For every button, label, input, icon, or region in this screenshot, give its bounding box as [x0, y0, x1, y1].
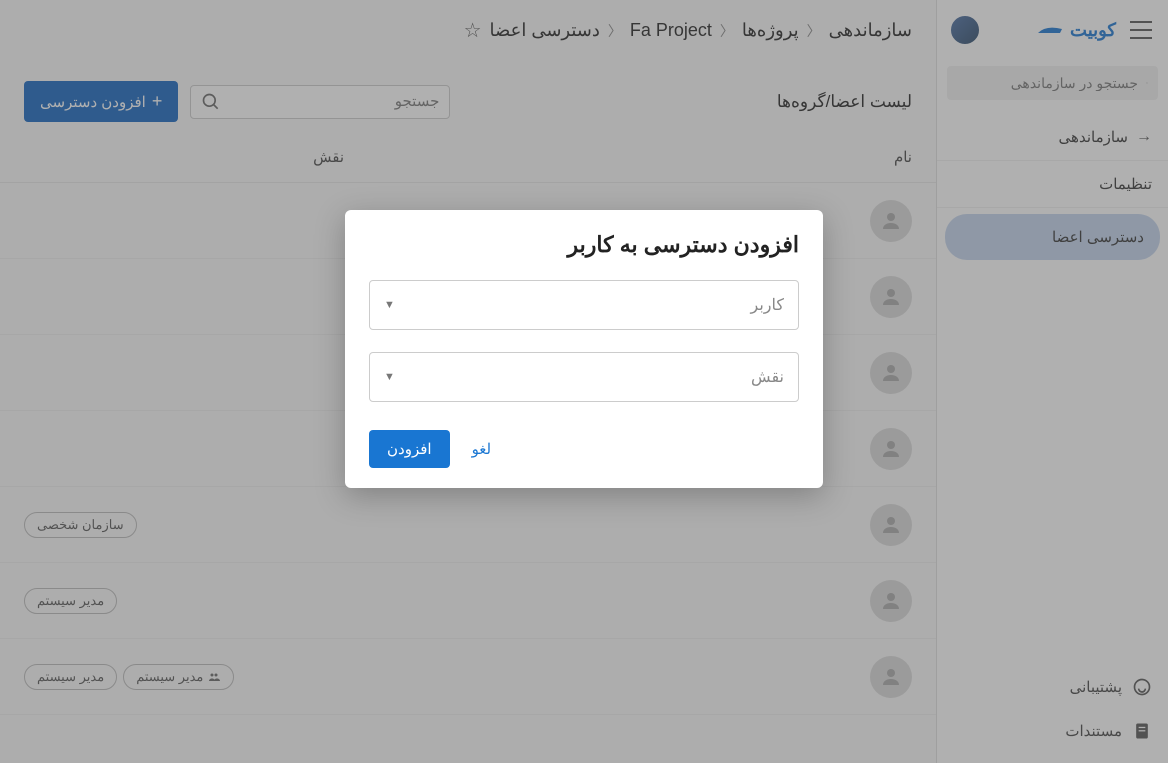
modal-overlay[interactable]: افزودن دسترسی به کاربر کاربر ▼ نقش ▼ لغو… — [0, 0, 1168, 763]
chevron-down-icon: ▼ — [384, 371, 395, 383]
user-select[interactable]: کاربر ▼ — [369, 280, 799, 330]
add-access-dialog: افزودن دسترسی به کاربر کاربر ▼ نقش ▼ لغو… — [345, 210, 823, 488]
cancel-button[interactable]: لغو — [458, 430, 506, 468]
role-select-label: نقش — [395, 367, 784, 387]
role-select[interactable]: نقش ▼ — [369, 352, 799, 402]
submit-button[interactable]: افزودن — [369, 430, 450, 468]
user-select-label: کاربر — [395, 295, 784, 315]
dialog-title: افزودن دسترسی به کاربر — [369, 232, 799, 258]
chevron-down-icon: ▼ — [384, 299, 395, 311]
